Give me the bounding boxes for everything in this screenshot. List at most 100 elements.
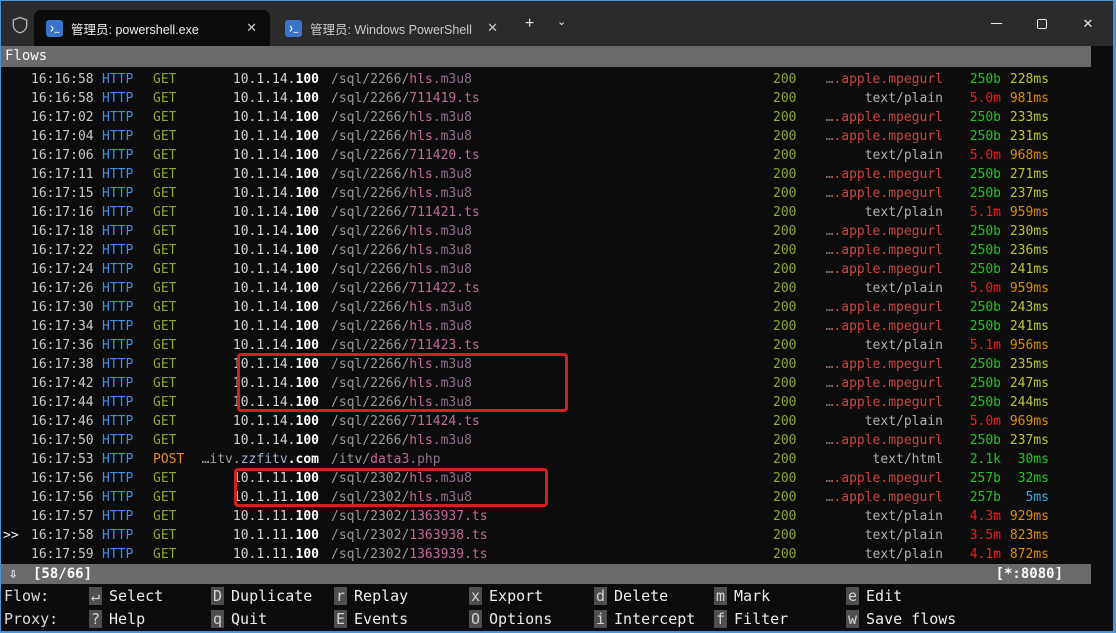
flow-counter: [58/66] (33, 564, 92, 584)
flow-path: /sql/2266/hls.m3u8 (331, 108, 472, 127)
flow-path: /sql/2266/hls.m3u8 (331, 317, 472, 336)
flow-row[interactable]: >>16:17:58HTTPGET10.1.11.100/sql/2302/13… (1, 526, 1091, 545)
flow-row[interactable]: 16:17:15HTTPGET10.1.14.100/sql/2266/hls.… (1, 184, 1091, 203)
flow-row[interactable]: 16:17:11HTTPGET10.1.14.100/sql/2266/hls.… (1, 165, 1091, 184)
flow-host: 10.1.11.100 (121, 545, 319, 564)
flow-row[interactable]: 16:17:56HTTPGET10.1.11.100/sql/2302/hls.… (1, 488, 1091, 507)
flow-row[interactable]: 16:17:30HTTPGET10.1.14.100/sql/2266/hls.… (1, 298, 1091, 317)
flow-content-type: ….apple.mpegurl (799, 222, 943, 241)
flow-status-code: 200 (773, 412, 796, 431)
flow-row[interactable]: 16:17:06HTTPGET10.1.14.100/sql/2266/7114… (1, 146, 1091, 165)
flow-host-part: 10.1.14. (233, 243, 296, 258)
flow-content-type-part: text/plain (865, 338, 943, 353)
flow-path: /sql/2266/711420.ts (331, 146, 480, 165)
flow-path-part: .ts (456, 281, 479, 296)
flow-host-part: 100 (296, 281, 319, 296)
tab-windows-powershell[interactable]: ❯_ 管理员: Windows PowerShell ✕ (273, 10, 511, 46)
flow-row[interactable]: 16:17:36HTTPGET10.1.14.100/sql/2266/7114… (1, 336, 1091, 355)
flow-time: 16:17:26 (31, 279, 94, 298)
flow-status-code: 200 (773, 545, 796, 564)
flow-path-part: hls (409, 224, 432, 239)
close-button[interactable]: ✕ (1065, 1, 1111, 46)
flow-time: 16:17:53 (31, 450, 94, 469)
minimize-button[interactable] (973, 1, 1019, 46)
flow-row[interactable]: 16:17:02HTTPGET10.1.14.100/sql/2266/hls.… (1, 108, 1091, 127)
flow-host-part: 10.1.14. (233, 186, 296, 201)
shortcut-key: f (714, 610, 727, 628)
flow-host: 10.1.14.100 (121, 241, 319, 260)
flow-host-part: 10.1.14. (233, 414, 296, 429)
help-row: Flow:↵SelectDDuplicaterReplayxExportdDel… (1, 585, 1091, 608)
flow-content-type: text/plain (799, 526, 943, 545)
flow-path-part: /sql/2266/ (331, 91, 409, 106)
maximize-button[interactable] (1019, 1, 1065, 46)
scroll-down-arrow-icon: ⇩ (9, 564, 17, 584)
tab-close-icon[interactable]: ✕ (484, 20, 501, 36)
flow-path-part: hls (409, 471, 432, 486)
flow-row[interactable]: 16:17:24HTTPGET10.1.14.100/sql/2266/hls.… (1, 260, 1091, 279)
flow-path-part: /sql/2266/ (331, 72, 409, 87)
flow-time: 16:17:06 (31, 146, 94, 165)
flow-host: 10.1.14.100 (121, 412, 319, 431)
flow-host-part: 100 (296, 395, 319, 410)
flow-host-part: 10.1.14. (233, 319, 296, 334)
flow-row[interactable]: 16:17:59HTTPGET10.1.11.100/sql/2302/1363… (1, 545, 1091, 564)
help-shortcut: qQuit (211, 608, 267, 631)
flow-path: /sql/2266/711419.ts (331, 89, 480, 108)
flow-row[interactable]: 16:16:58HTTPGET10.1.14.100/sql/2266/7114… (1, 89, 1091, 108)
tab-powershell-exe[interactable]: ❯_ 管理员: powershell.exe ✕ (34, 10, 270, 46)
flow-content-type-part: text/plain (865, 414, 943, 429)
tab-close-icon[interactable]: ✕ (243, 20, 260, 36)
flow-size: 250b (947, 355, 1001, 374)
flow-time: 16:17:30 (31, 298, 94, 317)
shortcut-action: Select (102, 587, 163, 605)
flow-row[interactable]: 16:17:04HTTPGET10.1.14.100/sql/2266/hls.… (1, 127, 1091, 146)
help-shortcut: eEdit (846, 585, 902, 608)
flow-row[interactable]: 16:17:50HTTPGET10.1.14.100/sql/2266/hls.… (1, 431, 1091, 450)
new-tab-button[interactable]: + (525, 15, 534, 33)
flow-row[interactable]: 16:17:34HTTPGET10.1.14.100/sql/2266/hls.… (1, 317, 1091, 336)
flow-row[interactable]: 16:17:38HTTPGET10.1.14.100/sql/2266/hls.… (1, 355, 1091, 374)
flow-row[interactable]: 16:17:22HTTPGET10.1.14.100/sql/2266/hls.… (1, 241, 1091, 260)
flow-path-part: 711420 (409, 148, 456, 163)
flow-row[interactable]: 16:17:26HTTPGET10.1.14.100/sql/2266/7114… (1, 279, 1091, 298)
tab-dropdown-icon[interactable]: ⌄ (557, 15, 566, 28)
flow-row[interactable]: 16:17:57HTTPGET10.1.11.100/sql/2302/1363… (1, 507, 1091, 526)
shortcut-action: Help (102, 610, 145, 628)
shortcut-action: Quit (224, 610, 267, 628)
flow-host: 10.1.14.100 (121, 108, 319, 127)
flow-path-part: /sql/2266/ (331, 148, 409, 163)
flow-content-type: text/plain (799, 89, 943, 108)
flow-host-part: 10.1.14. (233, 148, 296, 163)
flow-row[interactable]: 16:17:16HTTPGET10.1.14.100/sql/2266/7114… (1, 203, 1091, 222)
flow-row[interactable]: 16:17:56HTTPGET10.1.11.100/sql/2302/hls.… (1, 469, 1091, 488)
flow-size: 250b (947, 431, 1001, 450)
flow-path-part: /sql/2302/ (331, 471, 409, 486)
flow-host-part: 10.1.14. (233, 91, 296, 106)
flow-time: 16:17:16 (31, 203, 94, 222)
flow-content-type: ….apple.mpegurl (799, 374, 943, 393)
flow-content-type-part: text/plain (865, 91, 943, 106)
shortcut-action: Filter (727, 610, 788, 628)
flow-path-part: /sql/2266/ (331, 110, 409, 125)
flow-path: /sql/2266/711424.ts (331, 412, 480, 431)
flow-size: 3.5m (947, 526, 1001, 545)
flow-row[interactable]: 16:17:18HTTPGET10.1.14.100/sql/2266/hls.… (1, 222, 1091, 241)
flow-path-part: hls (409, 186, 432, 201)
flow-host-part: 10.1.14. (233, 376, 296, 391)
flow-path-part: .ts (464, 509, 487, 524)
flow-row[interactable]: 16:17:53HTTPPOST…itv.zzfitv.com/itv/data… (1, 450, 1091, 469)
flow-content-type-part: text/plain (865, 281, 943, 296)
flow-content-type: text/plain (799, 336, 943, 355)
flow-row[interactable]: 16:17:42HTTPGET10.1.14.100/sql/2266/hls.… (1, 374, 1091, 393)
shortcut-action: Options (482, 610, 552, 628)
flow-host-part: 10.1.11. (233, 471, 296, 486)
flow-row[interactable]: 16:16:58HTTPGET10.1.14.100/sql/2266/hls.… (1, 70, 1091, 89)
flow-path-part: /sql/2266/ (331, 300, 409, 315)
flow-content-type: ….apple.mpegurl (799, 127, 943, 146)
flow-content-type-part: .apple.mpegurl (833, 243, 943, 258)
flow-row[interactable]: 16:17:46HTTPGET10.1.14.100/sql/2266/7114… (1, 412, 1091, 431)
flow-row[interactable]: 16:17:44HTTPGET10.1.14.100/sql/2266/hls.… (1, 393, 1091, 412)
flow-size: 2.1k (947, 450, 1001, 469)
flow-status-code: 200 (773, 488, 796, 507)
